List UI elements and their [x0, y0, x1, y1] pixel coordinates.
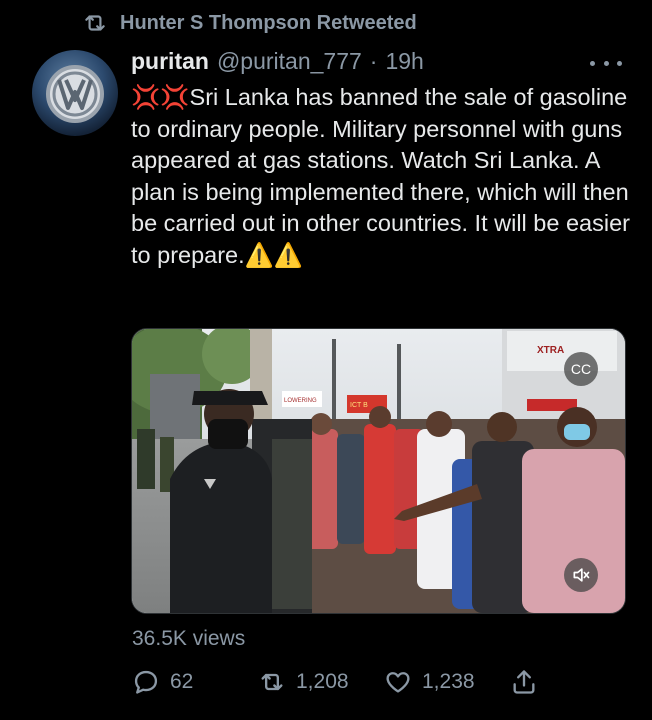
anger-emoji-icon: 💢💢 — [131, 84, 190, 110]
retweet-icon — [261, 673, 283, 691]
like-button[interactable]: 1,238 — [384, 668, 475, 696]
reply-icon — [134, 670, 158, 694]
author-name[interactable]: puritan — [131, 48, 209, 75]
more-dot — [617, 60, 622, 66]
retweet-banner-text: Hunter S Thompson Retweeted — [120, 11, 417, 34]
more-options-icon[interactable] — [590, 58, 622, 68]
retweet-banner[interactable]: Hunter S Thompson Retweeted — [82, 10, 417, 36]
banner-left: LOWERING — [284, 398, 317, 404]
retweet-count: 1,208 — [296, 670, 349, 693]
retweet-icon — [85, 15, 105, 31]
header-separator: · — [369, 48, 378, 74]
store-sign: XTRA — [537, 345, 564, 356]
speaker-muted-icon — [573, 568, 590, 582]
video-frame: XTRA LOWERING ICT B — [132, 329, 625, 613]
view-count: 36.5K views — [132, 627, 246, 650]
more-dot — [590, 60, 595, 66]
retweet-button[interactable]: 1,208 — [258, 668, 349, 696]
action-bar: 62 1,208 1,238 — [132, 668, 542, 702]
avatar[interactable] — [32, 50, 118, 136]
video-player[interactable]: XTRA LOWERING ICT B — [131, 328, 626, 614]
like-count: 1,238 — [422, 670, 475, 693]
reply-button[interactable]: 62 — [132, 668, 193, 696]
banner-right: ICT B — [350, 402, 368, 409]
mute-button[interactable] — [564, 558, 598, 592]
tweet-timestamp[interactable]: 19h — [385, 48, 423, 75]
tweet-text: 💢💢Sri Lanka has banned the sale of gasol… — [131, 82, 631, 271]
warning-emoji-icon: ⚠️⚠️ — [244, 241, 304, 268]
vw-logo — [46, 65, 104, 123]
cc-icon: CC — [570, 361, 592, 377]
heart-icon — [386, 672, 410, 693]
reply-count: 62 — [170, 670, 194, 693]
share-button[interactable] — [510, 668, 538, 696]
tweet-header: puritan @puritan_777 · 19h — [131, 48, 424, 75]
share-icon — [513, 670, 535, 694]
author-handle[interactable]: @puritan_777 — [217, 48, 362, 75]
closed-captions-button[interactable]: CC — [564, 352, 598, 386]
more-dot — [603, 60, 609, 66]
tweet-body: Sri Lanka has banned the sale of gasolin… — [131, 84, 630, 268]
